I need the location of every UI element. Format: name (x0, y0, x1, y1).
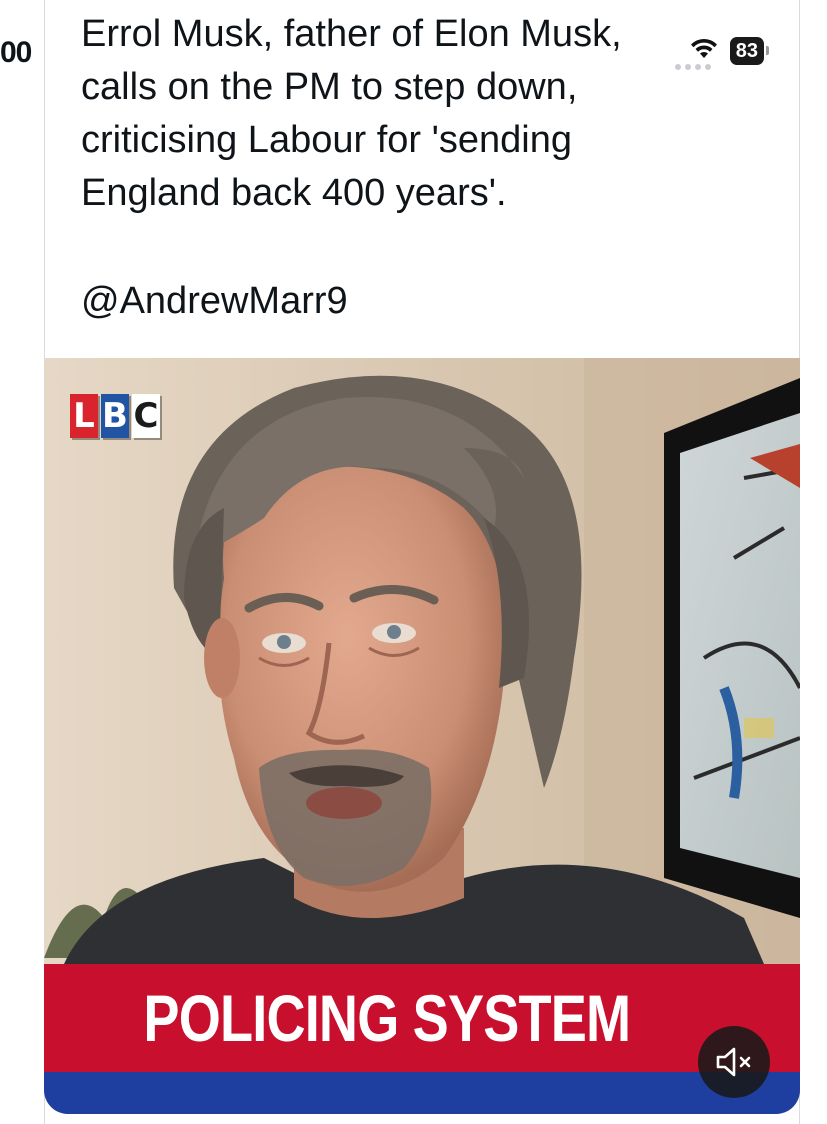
page: 00 Errol Musk, father of Elon Musk, call… (0, 0, 827, 1124)
speaker-muted-icon (714, 1045, 754, 1079)
video-player[interactable]: LBC POLICING SYSTEM (44, 358, 800, 1114)
tweet-text: Errol Musk, father of Elon Musk, calls o… (81, 13, 622, 214)
lbc-logo: LBC (70, 394, 160, 438)
battery-indicator: 83 (729, 36, 769, 65)
tweet-mention-link[interactable]: @AndrewMarr9 (81, 280, 348, 323)
battery-tip (766, 46, 769, 55)
lower-third-blue-band (44, 1072, 800, 1114)
cropped-count: 00 (0, 36, 32, 69)
mute-button[interactable] (698, 1026, 770, 1098)
wifi-icon (688, 36, 720, 65)
battery-level: 83 (729, 36, 764, 65)
wall-painting (664, 378, 800, 918)
lower-third-caption: POLICING SYSTEM (143, 981, 632, 1055)
status-bar: 83 (688, 36, 769, 65)
previous-column: 00 (0, 0, 44, 1124)
lower-third-banner: POLICING SYSTEM (44, 964, 800, 1072)
